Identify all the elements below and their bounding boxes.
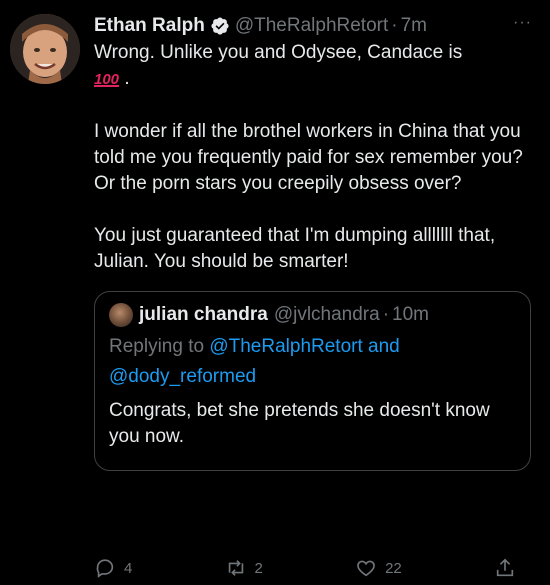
retweet-button[interactable]: 2 (225, 557, 263, 579)
handle[interactable]: @TheRalphRetort (235, 15, 388, 37)
heart-icon (357, 560, 375, 577)
timestamp[interactable]: 7m (401, 15, 427, 37)
quoted-header-separator: · (382, 304, 390, 325)
quoted-handle: @jvlchandra (273, 304, 380, 325)
quoted-avatar (109, 303, 133, 327)
tweet-paragraph-2: I wonder if all the brothel workers in C… (94, 121, 523, 194)
tweet-line-1: Wrong. Unlike you and Odysee, Candace is (94, 42, 463, 63)
hundred-points-emoji-icon: 100 (94, 71, 120, 88)
tweet-text: Wrong. Unlike you and Odysee, Candace is… (94, 40, 544, 275)
tweet-body: Ethan Ralph @TheRalphRetort · 7m Wrong. … (94, 12, 546, 471)
like-button[interactable]: 22 (355, 557, 402, 579)
reply-count: 4 (124, 559, 133, 577)
display-name[interactable]: Ethan Ralph (94, 15, 205, 37)
action-bar: 4 2 22 (94, 555, 524, 581)
quoted-display-name: julian chandra (139, 304, 268, 325)
quoted-tweet[interactable]: julian chandra @jvlchandra · 10m Replyin… (94, 291, 531, 471)
mention-theralphretort[interactable]: @TheRalphRetort (209, 336, 362, 357)
mention-and: and (368, 336, 400, 357)
verified-badge-icon (211, 17, 229, 35)
reply-icon (96, 559, 114, 578)
more-options-icon[interactable]: ··· (513, 14, 532, 32)
tweet-paragraph-3: You just guaranteed that I'm dumping all… (94, 225, 496, 272)
tweet-line-1-end: . (124, 68, 130, 89)
quoted-timestamp: 10m (392, 304, 430, 325)
replying-to: Replying to @TheRalphRetort and @dody_re… (109, 332, 516, 392)
share-button[interactable] (494, 557, 524, 579)
tweet-header: Ethan Ralph @TheRalphRetort · 7m (94, 12, 546, 40)
avatar-image (10, 14, 80, 84)
retweet-icon (228, 560, 243, 576)
quoted-tweet-header: julian chandra @jvlchandra · 10m (109, 302, 516, 328)
replying-prefix: Replying to (109, 336, 205, 357)
tweet-paragraph-1: Wrong. Unlike you and Odysee, Candace is… (94, 40, 544, 93)
avatar[interactable] (10, 14, 80, 84)
retweet-count: 2 (254, 559, 263, 577)
like-count: 22 (385, 559, 402, 577)
mention-dody-reformed[interactable]: @dody_reformed (109, 366, 256, 387)
share-icon (496, 558, 514, 577)
quoted-tweet-text: Congrats, bet she pretends she doesn't k… (109, 400, 490, 447)
tweet[interactable]: ··· Ethan Ralph @TheRalphRetort · 7m Wro… (0, 0, 550, 585)
header-separator: · (391, 15, 398, 36)
reply-button[interactable]: 4 (94, 557, 132, 579)
